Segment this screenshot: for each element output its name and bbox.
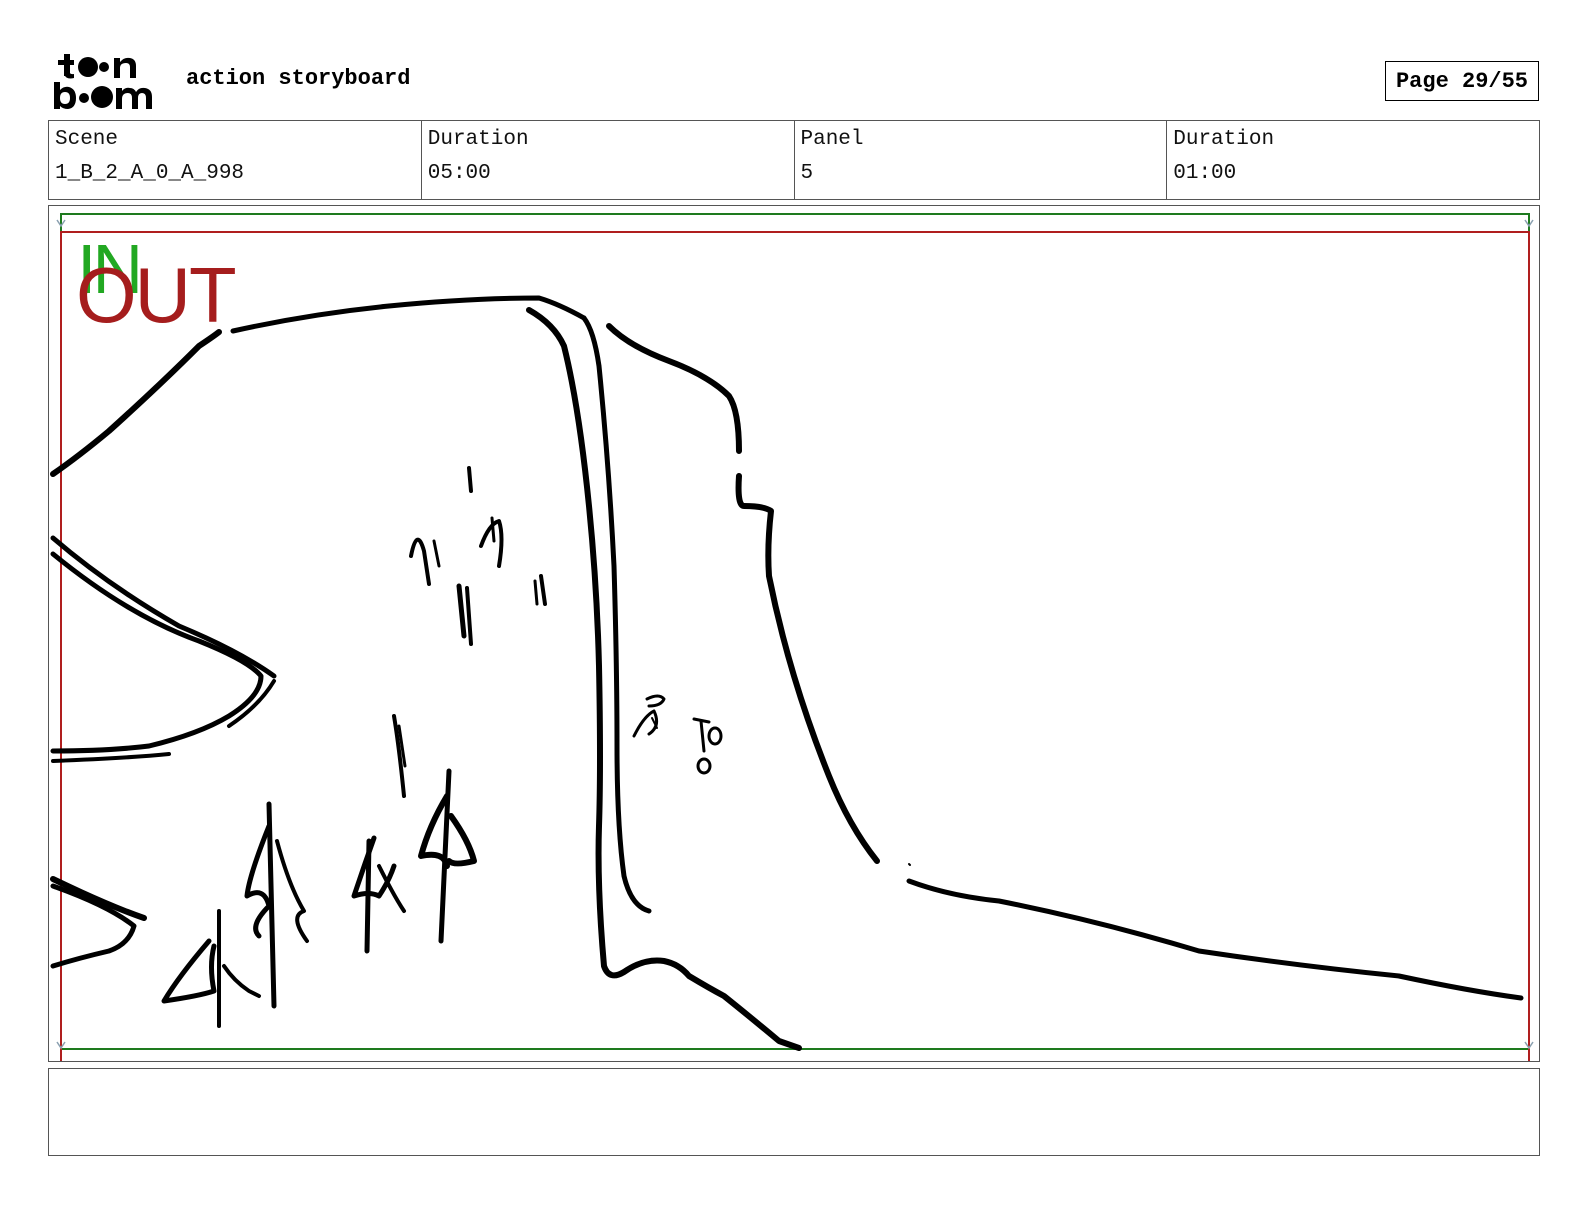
in-frame	[60, 213, 1530, 1050]
scene-info-table: Scene 1_B_2_A_0_A_998 Duration 05:00 Pan…	[48, 120, 1540, 200]
notes-box[interactable]	[48, 1068, 1540, 1156]
scene-value: 1_B_2_A_0_A_998	[55, 162, 245, 185]
panel-duration-label: Duration	[1173, 128, 1275, 151]
panel-duration-value: 01:00	[1173, 162, 1237, 185]
document-title: action storyboard	[186, 66, 411, 91]
panel-cell: Panel 5	[795, 121, 1168, 199]
out-marker-label: OUT	[76, 251, 237, 339]
scene-duration-cell: Duration 05:00	[422, 121, 795, 199]
scene-duration-label: Duration	[427, 128, 529, 151]
scene-cell: Scene 1_B_2_A_0_A_998	[49, 121, 422, 199]
panel-label: Panel	[800, 128, 864, 151]
panel-value: 5	[800, 162, 814, 185]
page-indicator: Page 29/55	[1385, 61, 1539, 101]
scene-duration-value: 05:00	[427, 162, 491, 185]
toon-boom-logo	[52, 50, 164, 112]
sketch-lines	[50, 295, 1524, 1051]
out-frame	[60, 231, 1530, 1061]
panel-duration-cell: Duration 01:00	[1167, 121, 1539, 199]
panel-image: IN OUT	[48, 205, 1540, 1062]
scene-label: Scene	[55, 128, 119, 151]
panel-sketch	[50, 213, 1534, 1061]
